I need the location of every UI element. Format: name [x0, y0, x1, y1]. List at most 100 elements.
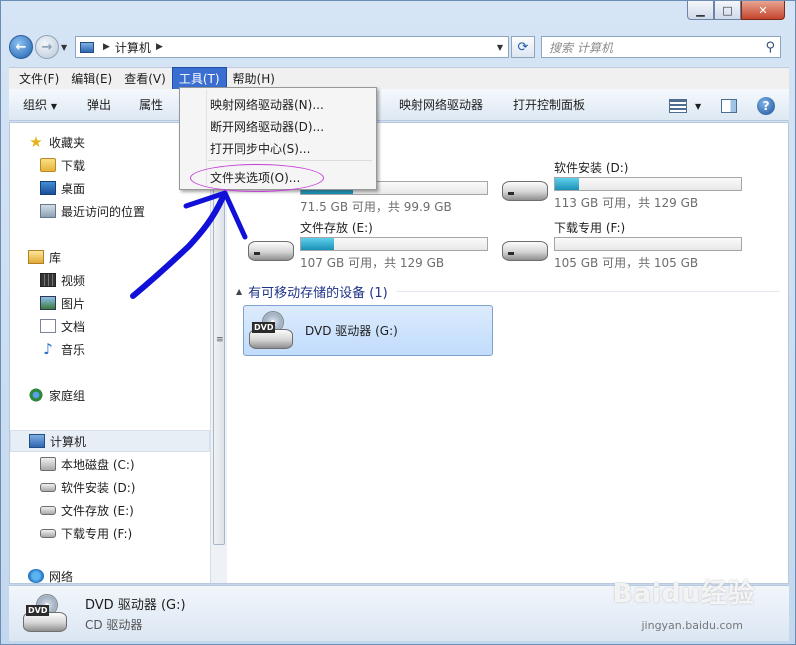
- nav-libraries[interactable]: 库: [10, 246, 210, 268]
- dvd-drive-tile[interactable]: DVD DVD 驱动器 (G:): [243, 305, 493, 356]
- header-divider: [395, 290, 780, 292]
- dvd-drive-label: DVD 驱动器 (G:): [305, 324, 398, 338]
- forward-button[interactable]: →: [35, 35, 59, 59]
- view-dropdown-icon[interactable]: ▼: [695, 102, 701, 111]
- chevron-down-icon: ▼: [50, 102, 57, 111]
- dvd-drive-icon: DVD: [249, 310, 295, 351]
- nav-libraries-label: 库: [49, 250, 62, 265]
- nav-computer[interactable]: 计算机: [10, 430, 210, 452]
- refresh-button[interactable]: ⟳: [511, 36, 535, 58]
- breadcrumb-computer[interactable]: 计算机: [115, 39, 151, 56]
- star-icon: ★: [29, 133, 43, 151]
- recent-pages-dropdown[interactable]: ▼: [61, 43, 71, 52]
- change-view-icon[interactable]: [669, 99, 687, 113]
- close-button[interactable]: ✕: [741, 1, 785, 20]
- nav-documents-label: 文档: [61, 319, 86, 334]
- drive-usage-bar: [300, 237, 488, 251]
- menu-bar: 文件(F) 编辑(E) 查看(V) 工具(T) 帮助(H): [9, 67, 789, 90]
- nav-recent-label: 最近访问的位置: [61, 204, 146, 219]
- nav-videos[interactable]: 视频: [10, 269, 210, 291]
- drive-free-space: 107 GB 可用，共 129 GB: [300, 256, 445, 270]
- minimize-button[interactable]: ▁: [687, 1, 714, 20]
- eject-button[interactable]: 弹出: [79, 93, 119, 116]
- search-icon[interactable]: ⚲: [765, 40, 775, 55]
- drive-name: 软件安装 (D:): [554, 161, 629, 175]
- video-icon: [40, 273, 56, 287]
- document-icon: [40, 319, 56, 333]
- menu-view[interactable]: 查看(V): [118, 68, 172, 89]
- nav-computer-label: 计算机: [50, 434, 87, 449]
- menu-file[interactable]: 文件(F): [13, 68, 65, 89]
- back-arrow-icon: ←: [15, 39, 27, 55]
- organize-button[interactable]: 组织 ▼: [15, 93, 65, 116]
- nav-drive-f-label: 下载专用 (F:): [61, 526, 133, 541]
- computer-icon: [29, 434, 45, 448]
- drive-d-tile[interactable]: 软件安装 (D:) 113 GB 可用，共 129 GB: [502, 159, 742, 211]
- dvd-drive-icon: DVD: [23, 593, 69, 634]
- nav-drive-f[interactable]: 下载专用 (F:): [10, 522, 210, 544]
- details-subtitle: CD 驱动器: [85, 618, 143, 632]
- menu-help[interactable]: 帮助(H): [227, 68, 281, 89]
- nav-music[interactable]: ♪ 音乐: [10, 338, 210, 360]
- content-area: ★ 收藏夹 下载 桌面 最近访问的位置 库 视频 图片 文档 ♪ 音乐 家庭组 计算…: [9, 122, 789, 584]
- nav-pictures-label: 图片: [61, 296, 86, 311]
- open-control-panel-button[interactable]: 打开控制面板: [505, 93, 593, 116]
- menu-separator: [208, 160, 372, 161]
- nav-network[interactable]: 网络: [10, 568, 210, 584]
- homegroup-icon: [28, 388, 44, 402]
- properties-button[interactable]: 属性: [131, 93, 171, 116]
- preview-pane-icon[interactable]: [721, 99, 738, 113]
- library-icon: [28, 250, 44, 264]
- navigation-scrollbar[interactable]: ≡: [210, 123, 227, 583]
- hard-drive-icon: [40, 505, 56, 515]
- drive-name: 下载专用 (F:): [554, 221, 626, 235]
- drive-f-tile[interactable]: 下载专用 (F:) 105 GB 可用，共 105 GB: [502, 219, 742, 271]
- drives-view: 71.5 GB 可用，共 99.9 GB 软件安装 (D:) 113 GB 可用…: [228, 123, 788, 583]
- dvd-tag: DVD: [252, 321, 276, 333]
- disconnect-network-drive-menu-item[interactable]: 断开网络驱动器(D)...: [210, 116, 324, 136]
- view-controls: ▼ ?: [669, 97, 776, 115]
- open-sync-center-menu-item[interactable]: 打开同步中心(S)...: [210, 138, 310, 158]
- back-button[interactable]: ←: [9, 35, 33, 59]
- drive-free-space: 105 GB 可用，共 105 GB: [554, 256, 699, 270]
- hard-drive-icon: [248, 233, 294, 263]
- system-drive-icon: [40, 457, 56, 471]
- baidu-watermark: Baidu经验: [612, 579, 755, 609]
- nav-drive-c[interactable]: 本地磁盘 (C:): [10, 453, 210, 475]
- nav-documents[interactable]: 文档: [10, 315, 210, 337]
- map-network-drive-button[interactable]: 映射网络驱动器: [391, 93, 491, 116]
- menu-edit[interactable]: 编辑(E): [65, 68, 118, 89]
- search-input[interactable]: 搜索 计算机 ⚲: [541, 36, 781, 58]
- help-icon[interactable]: ?: [757, 97, 776, 115]
- drive-e-tile[interactable]: 文件存放 (E:) 107 GB 可用，共 129 GB: [248, 219, 488, 271]
- nav-recent[interactable]: 最近访问的位置: [10, 200, 210, 222]
- collapse-triangle-icon[interactable]: ▲: [236, 287, 242, 296]
- breadcrumb-separator-icon[interactable]: ▶: [103, 42, 110, 52]
- explorer-window: ▁ □ ✕ ← → ▼ ▶ 计算机 ▶ ▼ ⟳ 搜索 计算机 ⚲ 文件(F) 编…: [0, 0, 796, 645]
- maximize-button[interactable]: □: [714, 1, 741, 20]
- map-network-drive-menu-item[interactable]: 映射网络驱动器(N)...: [210, 94, 324, 114]
- drive-free-space: 113 GB 可用，共 129 GB: [554, 196, 699, 210]
- nav-drive-e[interactable]: 文件存放 (E:): [10, 499, 210, 521]
- nav-homegroup[interactable]: 家庭组: [10, 384, 210, 406]
- organize-label: 组织: [23, 98, 48, 112]
- address-dropdown-icon[interactable]: ▼: [492, 43, 508, 52]
- recent-places-icon: [40, 204, 56, 218]
- details-title: DVD 驱动器 (G:): [85, 598, 186, 613]
- network-icon: [28, 569, 44, 583]
- refresh-icon: ⟳: [517, 39, 529, 55]
- picture-icon: [40, 296, 56, 310]
- desktop-icon: [40, 181, 56, 195]
- address-bar[interactable]: ▶ 计算机 ▶ ▼: [75, 36, 509, 58]
- watermark-url: jingyan.baidu.com: [641, 619, 743, 632]
- nav-pictures[interactable]: 图片: [10, 292, 210, 314]
- search-placeholder: 搜索 计算机: [549, 40, 613, 55]
- removable-storage-header[interactable]: ▲ 有可移动存储的设备 (1): [236, 281, 780, 301]
- nav-network-label: 网络: [49, 569, 74, 584]
- command-bar: 组织 ▼ 弹出 属性 映射网络驱动器 打开控制面板 ▼ ?: [9, 89, 789, 121]
- hard-drive-icon: [502, 233, 548, 263]
- nav-drive-d[interactable]: 软件安装 (D:): [10, 476, 210, 498]
- drive-usage-bar: [554, 237, 742, 251]
- nav-videos-label: 视频: [61, 273, 86, 288]
- breadcrumb-separator-icon[interactable]: ▶: [156, 42, 163, 52]
